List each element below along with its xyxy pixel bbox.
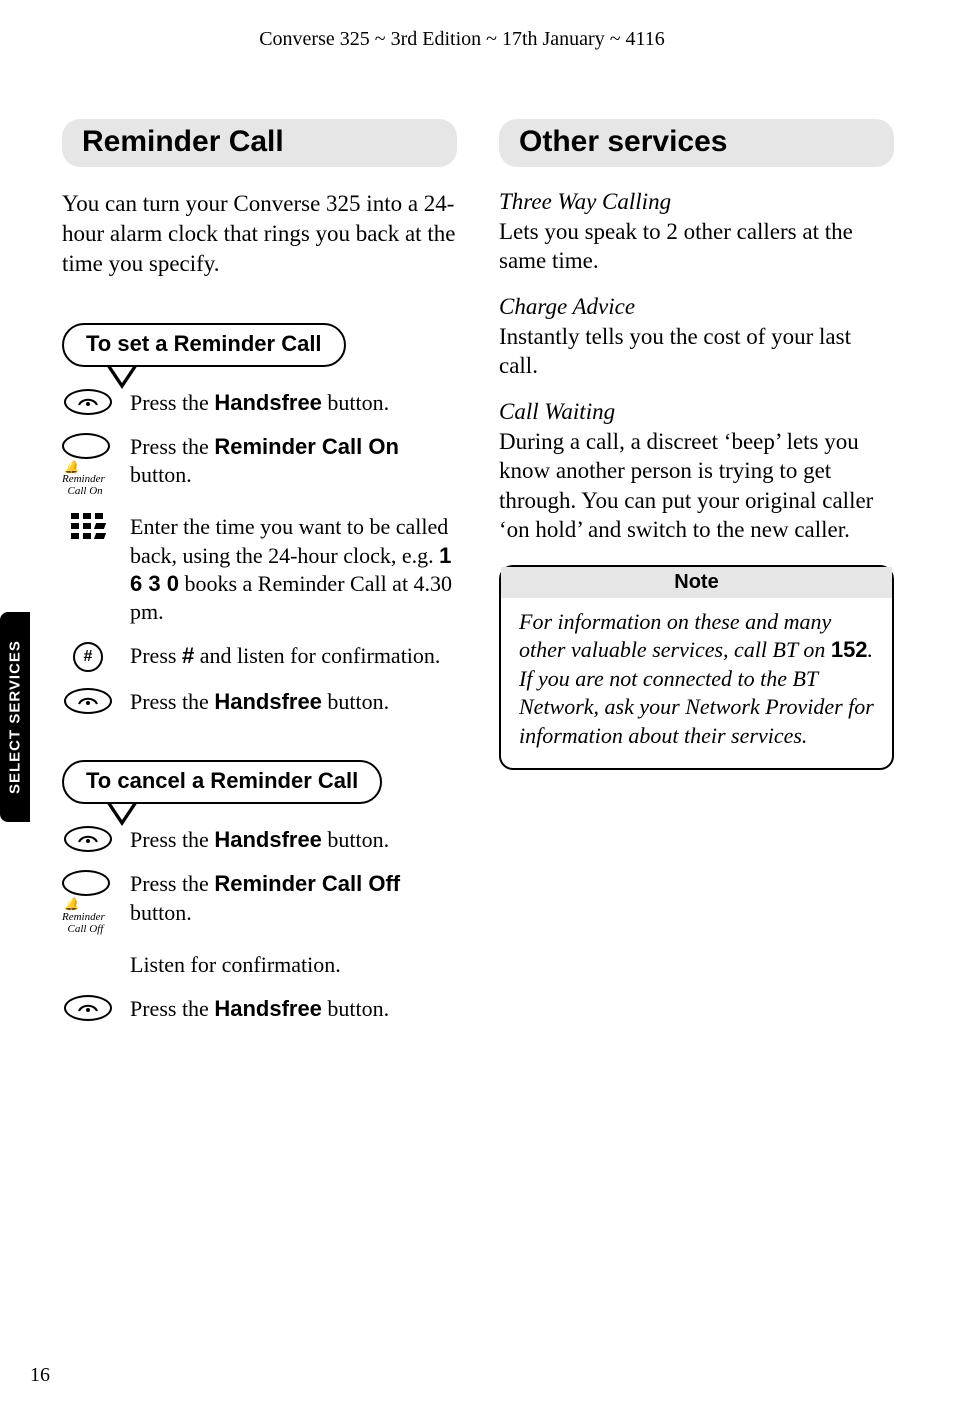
service-body: During a call, a discreet ‘beep’ lets yo… bbox=[499, 427, 894, 545]
reminder-intro: You can turn your Converse 325 into a 24… bbox=[62, 189, 457, 279]
hash-button-icon: # bbox=[62, 642, 114, 672]
heading-other-services: Other services bbox=[499, 119, 894, 167]
text-bold: Reminder Call Off bbox=[214, 871, 400, 896]
callout-cancel-reminder: To cancel a Reminder Call Press the Hand… bbox=[62, 760, 457, 1023]
step-text: Press the Handsfree button. bbox=[130, 688, 389, 716]
callout-title-set: To set a Reminder Call bbox=[62, 323, 346, 367]
text: Press the bbox=[130, 996, 214, 1021]
text: Press the bbox=[130, 390, 214, 415]
side-tab-select-services: SELECT SERVICES bbox=[0, 612, 30, 822]
note-text: For information on these and many other … bbox=[519, 609, 831, 663]
step-set-5: Press the Handsfree button. bbox=[62, 688, 457, 716]
text: and listen for confirmation. bbox=[194, 643, 440, 668]
service-body: Lets you speak to 2 other callers at the… bbox=[499, 217, 894, 276]
service-three-way-calling: Three Way Calling Lets you speak to 2 ot… bbox=[499, 189, 894, 276]
text-bold: Handsfree bbox=[214, 996, 322, 1021]
service-title: Charge Advice bbox=[499, 294, 894, 320]
text-bold: Handsfree bbox=[214, 390, 322, 415]
service-title: Call Waiting bbox=[499, 399, 894, 425]
step-set-3: Enter the time you want to be called bac… bbox=[62, 513, 457, 626]
text-bold: Handsfree bbox=[214, 689, 322, 714]
handsfree-button-icon bbox=[62, 389, 114, 415]
text: Press bbox=[130, 643, 182, 668]
column-left: Reminder Call You can turn your Converse… bbox=[62, 119, 457, 1067]
reminder-on-button-icon: 🔔Reminder Call On bbox=[62, 433, 114, 498]
icon-sub: Reminder bbox=[62, 473, 105, 485]
service-call-waiting: Call Waiting During a call, a discreet ‘… bbox=[499, 399, 894, 545]
text: button. bbox=[322, 996, 389, 1021]
step-text: Press # and listen for confirmation. bbox=[130, 642, 440, 670]
text: Press the bbox=[130, 434, 214, 459]
step-text: Press the Reminder Call Off button. bbox=[130, 870, 457, 926]
heading-reminder-call: Reminder Call bbox=[62, 119, 457, 167]
text-bold: # bbox=[182, 643, 194, 668]
text: button. bbox=[130, 462, 192, 487]
service-body: Instantly tells you the cost of your las… bbox=[499, 322, 894, 381]
column-right: Other services Three Way Calling Lets yo… bbox=[499, 119, 894, 1067]
note-box: Note For information on these and many o… bbox=[499, 565, 894, 771]
step-set-4: # Press # and listen for confirmation. bbox=[62, 642, 457, 672]
text: Enter the time you want to be called bac… bbox=[130, 514, 448, 567]
step-text: Listen for confirmation. bbox=[130, 951, 341, 979]
icon-sub: Call Off bbox=[68, 923, 104, 935]
step-cancel-2: 🔔Reminder Call Off Press the Reminder Ca… bbox=[62, 870, 457, 935]
note-phone: 152 bbox=[831, 637, 868, 662]
step-cancel-1: Press the Handsfree button. bbox=[62, 826, 457, 854]
icon-sub: Reminder bbox=[62, 911, 105, 923]
handsfree-button-icon bbox=[62, 826, 114, 852]
step-text: Press the Handsfree button. bbox=[130, 826, 389, 854]
step-cancel-4: Press the Handsfree button. bbox=[62, 995, 457, 1023]
text: Press the bbox=[130, 871, 214, 896]
handsfree-button-icon bbox=[62, 995, 114, 1021]
note-body: For information on these and many other … bbox=[519, 608, 874, 751]
step-text: Press the Reminder Call On button. bbox=[130, 433, 457, 489]
text: button. bbox=[322, 827, 389, 852]
page: Converse 325 ~ 3rd Edition ~ 17th Januar… bbox=[0, 0, 954, 1419]
step-text: Enter the time you want to be called bac… bbox=[130, 513, 457, 626]
running-head: Converse 325 ~ 3rd Edition ~ 17th Januar… bbox=[30, 28, 894, 51]
text: Press the bbox=[130, 827, 214, 852]
reminder-off-button-icon: 🔔Reminder Call Off bbox=[62, 870, 114, 935]
step-set-2: 🔔Reminder Call On Press the Reminder Cal… bbox=[62, 433, 457, 498]
step-text: Press the Handsfree button. bbox=[130, 389, 389, 417]
callout-set-reminder: To set a Reminder Call Press the Handsfr… bbox=[62, 323, 457, 717]
service-charge-advice: Charge Advice Instantly tells you the co… bbox=[499, 294, 894, 381]
service-title: Three Way Calling bbox=[499, 189, 894, 215]
keypad-icon bbox=[62, 513, 114, 539]
text: Press the bbox=[130, 689, 214, 714]
page-number: 16 bbox=[30, 1364, 50, 1387]
icon-sub: Call On bbox=[68, 485, 103, 497]
text-bold: Reminder Call On bbox=[214, 434, 399, 459]
step-set-1: Press the Handsfree button. bbox=[62, 389, 457, 417]
text: button. bbox=[322, 390, 389, 415]
content-columns: Reminder Call You can turn your Converse… bbox=[30, 119, 894, 1067]
step-cancel-3: Listen for confirmation. bbox=[62, 951, 457, 979]
text: button. bbox=[130, 900, 192, 925]
text-bold: Handsfree bbox=[214, 827, 322, 852]
text: books a Reminder Call at 4.30 pm. bbox=[130, 571, 452, 624]
text: button. bbox=[322, 689, 389, 714]
steps-cancel: Press the Handsfree button. 🔔Reminder Ca… bbox=[62, 826, 457, 1023]
handsfree-button-icon bbox=[62, 688, 114, 714]
steps-set: Press the Handsfree button. 🔔Reminder Ca… bbox=[62, 389, 457, 717]
note-head: Note bbox=[501, 567, 892, 598]
step-text: Press the Handsfree button. bbox=[130, 995, 389, 1023]
callout-title-cancel: To cancel a Reminder Call bbox=[62, 760, 382, 804]
